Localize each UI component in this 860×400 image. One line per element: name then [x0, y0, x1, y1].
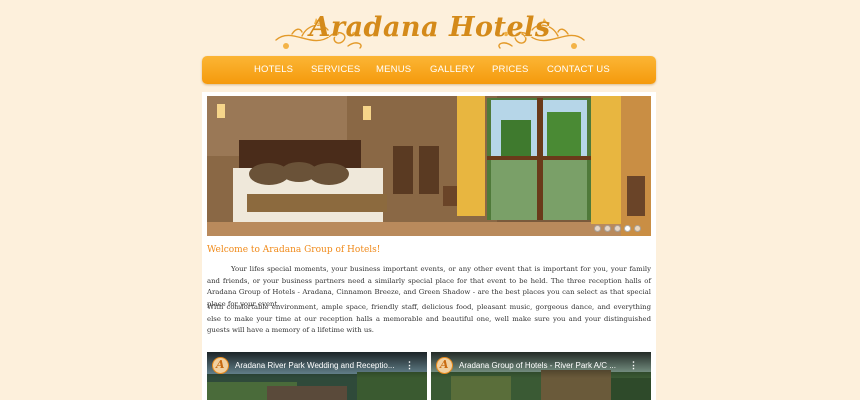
nav-item-hotels[interactable]: HOTELS	[254, 64, 293, 75]
video-embed-2[interactable]: Aradana Group of Hotels - River Park A/C…	[431, 352, 651, 400]
main-nav: HOTELS SERVICES MENUS GALLERY PRICES CON…	[202, 56, 656, 84]
slider-dot-2[interactable]	[604, 225, 611, 232]
logo-text: Aradana Hotels	[309, 12, 551, 43]
hotel-room-photo	[207, 96, 651, 236]
more-vert-icon[interactable]: ⋮	[629, 360, 638, 371]
nav-item-prices[interactable]: PRICES	[492, 64, 529, 75]
nav-item-contact-us[interactable]: CONTACT US	[547, 64, 610, 75]
slider-dot-3[interactable]	[614, 225, 621, 232]
content-panel: Welcome to Aradana Group of Hotels! Your…	[202, 92, 656, 400]
video-embed-1[interactable]: Aradana River Park Wedding and Receptio.…	[207, 352, 427, 400]
video-title[interactable]: Aradana River Park Wedding and Receptio.…	[235, 361, 400, 370]
slider-dot-1[interactable]	[594, 225, 601, 232]
more-vert-icon[interactable]: ⋮	[405, 360, 414, 371]
channel-avatar[interactable]	[436, 357, 453, 374]
site-logo[interactable]: Aradana Hotels	[272, 6, 588, 56]
welcome-heading: Welcome to Aradana Group of Hotels!	[207, 245, 381, 255]
nav-item-gallery[interactable]: GALLERY	[430, 64, 475, 75]
nav-item-services[interactable]: SERVICES	[311, 64, 360, 75]
slider-dot-5[interactable]	[634, 225, 641, 232]
features-paragraph: With comfortable environment, ample spac…	[207, 303, 651, 335]
image-slider[interactable]	[207, 96, 651, 236]
nav-item-menus[interactable]: MENUS	[376, 64, 411, 75]
slider-dots	[594, 225, 641, 232]
video-title[interactable]: Aradana Group of Hotels - River Park A/C…	[459, 361, 624, 370]
slider-dot-4[interactable]	[624, 225, 631, 232]
channel-avatar[interactable]	[212, 357, 229, 374]
